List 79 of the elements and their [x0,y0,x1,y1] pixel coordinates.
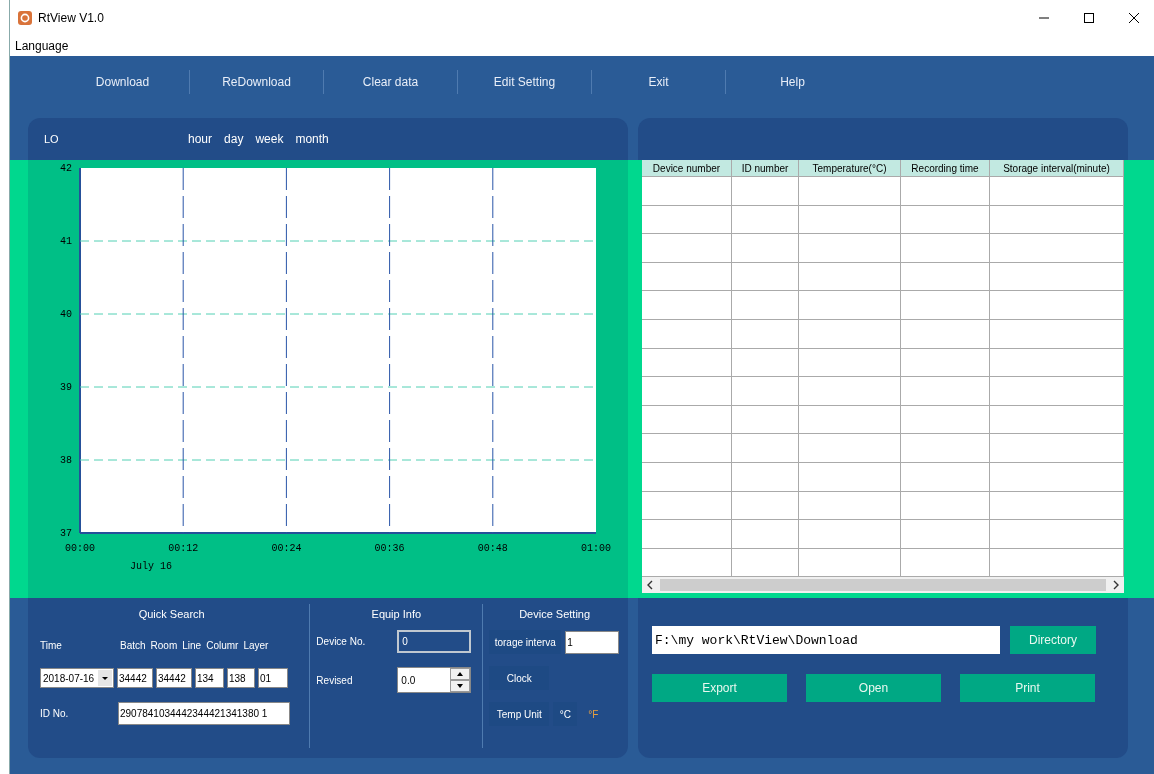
table-cell [732,434,799,463]
horizontal-scrollbar[interactable] [642,577,1124,594]
y-tick-label: 40 [60,309,72,320]
column-header[interactable]: Recording time [901,160,990,177]
field-label: Layer [243,640,269,653]
y-tick-label: 42 [60,163,72,174]
field-label: Revised [316,674,354,686]
range-tab[interactable]: day [220,132,248,146]
input-field[interactable]: 138 [227,668,255,688]
field-label: Line [182,640,202,653]
table-cell [732,348,799,378]
table-cell [732,462,799,492]
input-field[interactable]: 134 [195,668,224,688]
close-icon[interactable] [1128,12,1140,24]
x-tick-label: 01:00 [581,543,611,554]
table-cell [732,377,799,406]
input-field[interactable]: 34442 [156,668,192,688]
y-tick-label: 37 [60,528,72,539]
table-cell [732,177,799,206]
x-tick-label: 00:36 [374,543,405,554]
y-tick-label: 39 [60,382,72,393]
spin-field[interactable]: 0.0 [397,667,472,693]
x-tick-label: 00:24 [271,543,302,554]
unit-option[interactable]: °F [581,702,606,726]
x-tick-label: 00:00 [65,543,95,554]
range-tab[interactable]: month [291,132,333,146]
range-tab[interactable]: week [251,132,288,146]
toolbar-button[interactable]: Edit Setting [458,71,591,93]
x-tick-label: 00:48 [477,543,508,554]
column-header[interactable]: ID number [732,160,799,177]
range-tab[interactable]: hour [184,132,217,146]
maximize-icon[interactable] [1083,12,1095,24]
table-cell [732,234,799,263]
table-cell [732,291,799,320]
y-tick-label: 38 [60,455,72,466]
x-tick-label: 00:12 [168,543,199,554]
y-tick-label: 41 [60,236,72,247]
toolbar-button[interactable]: Clear data [324,71,457,93]
table-cell [732,405,799,435]
table-cell [732,520,799,549]
input-field[interactable]: 0 [397,630,472,653]
column-header[interactable]: Temperature(°C) [799,160,901,177]
field-label: Time [40,640,63,653]
toolbar-button[interactable]: Download [56,71,189,93]
toolbar-button[interactable]: Exit [592,71,725,93]
column-header[interactable]: Storage interval(minute) [990,160,1124,177]
input-field[interactable]: 01 [258,668,288,688]
chevron-left-icon[interactable] [646,580,654,591]
menu-item[interactable]: Language [15,39,69,53]
section-title: Equip Info [370,607,423,622]
table-cell [732,262,799,292]
table-cell [732,491,799,521]
chevron-right-icon[interactable] [1112,580,1120,591]
input-field[interactable]: 2907841034442344421341380 1 [118,702,290,725]
field-label: Batch [120,640,146,653]
clock-button[interactable]: Clock [489,666,550,690]
path-field[interactable]: F:\my work\RtView\Download [652,626,1000,654]
section-title: Device Setting [518,607,592,622]
series-label: LO [44,133,60,145]
unit-option[interactable]: °C [553,702,578,726]
input-field[interactable]: 34442 [117,668,153,688]
window-title: RtView V1.0 [38,11,104,25]
date-dropdown[interactable]: 2018-07-16 [40,668,114,688]
x-axis-label: July 16 [130,561,172,572]
app-logo-icon [18,11,32,25]
toolbar-button[interactable]: Help [726,71,859,93]
field-label: ID No. [40,708,70,719]
table-cell [732,205,799,235]
input-field[interactable]: 1 [565,630,620,654]
section-title: Quick Search [137,607,206,622]
spin-arrows-icon[interactable] [450,668,471,692]
temp-unit-button[interactable]: Temp Unit [489,702,550,726]
field-label: Columr [206,640,239,653]
table-cell [732,319,799,349]
column-header[interactable]: Device number [642,160,732,177]
storage-interval-button[interactable]: torage interva [489,630,562,654]
field-label: Device No. [316,636,367,647]
toolbar-button[interactable]: ReDownload [190,71,323,93]
field-label: Room [150,640,178,653]
